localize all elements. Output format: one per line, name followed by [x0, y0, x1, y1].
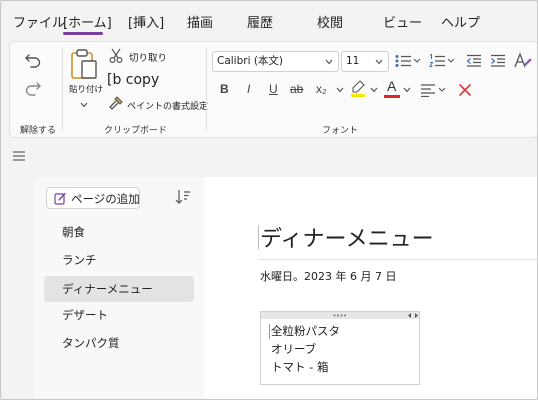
paste-label[interactable]: 貼り付け	[69, 83, 103, 95]
note-container-handle[interactable]	[261, 312, 419, 319]
sort-icon[interactable]	[175, 189, 191, 205]
scissors-icon[interactable]	[109, 48, 123, 64]
menu-draw[interactable]: 描画	[187, 12, 213, 31]
menu-insert[interactable]: [挿入]	[128, 12, 164, 31]
title-divider	[260, 259, 537, 260]
note-container[interactable]: 全粒粉パスタ オリーブ トマト - 箱	[260, 311, 420, 385]
group-separator	[206, 48, 207, 132]
increase-indent-icon[interactable]	[490, 54, 506, 68]
page-item-protein[interactable]: タンパク質	[44, 330, 194, 356]
font-size-dropdown[interactable]: 11	[341, 51, 389, 72]
align-left-icon[interactable]	[420, 83, 446, 97]
chevron-down-icon[interactable]	[370, 87, 378, 93]
menu-view[interactable]: ビュー	[383, 12, 422, 31]
format-painter-icon[interactable]	[108, 96, 124, 110]
note-line[interactable]: 全粒粉パスタ	[271, 323, 340, 339]
decrease-indent-icon[interactable]	[466, 54, 482, 68]
copy-label[interactable]: [b copy	[107, 72, 159, 88]
menu-review[interactable]: 校閲	[317, 12, 343, 31]
page-list-pane: ページの追加 朝食 ランチ ディナーメニュー デザート タンパク質	[34, 177, 204, 399]
styles-icon[interactable]	[514, 52, 532, 69]
chevron-down-icon[interactable]	[336, 87, 344, 93]
chevron-down-icon[interactable]	[80, 102, 88, 108]
chevron-down-icon	[375, 59, 383, 65]
format-painter-label[interactable]: ペイントの書式設定	[127, 99, 208, 112]
font-color-button[interactable]: A	[387, 79, 396, 93]
undo-icon[interactable]	[24, 52, 42, 68]
add-page-label: ページの追加	[71, 192, 140, 206]
text-cursor	[269, 324, 270, 339]
page-title[interactable]: ディナーメニュー	[260, 221, 434, 253]
page-item-label: タンパク質	[62, 336, 120, 350]
hamburger-menu-icon[interactable]	[13, 151, 25, 161]
page-item-lunch[interactable]: ランチ	[44, 247, 194, 273]
page-item-label: ランチ	[62, 253, 97, 267]
menu-home[interactable]: [ホーム]	[63, 12, 112, 31]
page-item-label: ディナーメニュー	[62, 282, 153, 296]
font-color-swatch	[384, 95, 400, 98]
note-canvas[interactable]: ディナーメニュー 水曜日。2023 年 6 月 7 日 全粒粉パスタ オリーブ …	[204, 177, 537, 399]
page-date: 水曜日。2023 年 6 月 7 日	[260, 270, 397, 283]
note-line[interactable]: オリーブ	[271, 341, 316, 357]
ribbon: 解除する 貼り付け 切り取り [b copy ペイントの書式設定 クリップボード	[9, 41, 537, 138]
font-group-label: フォント	[322, 126, 359, 136]
page-item-label: デザート	[62, 308, 108, 322]
note-line[interactable]: トマト - 箱	[271, 359, 328, 375]
menu-history[interactable]: 履歴	[247, 12, 273, 31]
onenote-window: ファイル [ホーム] [挿入] 描画 履歴 校閲 ビュー ヘルプ 解除する 貼り…	[0, 0, 538, 400]
title-cursor	[258, 225, 259, 249]
font-name-value: Calibri (本文)	[217, 55, 284, 67]
redo-icon[interactable]	[24, 80, 42, 96]
page-item-label: 朝食	[62, 225, 85, 239]
undo-group-label: 解除する	[20, 126, 57, 136]
resize-arrows-icon[interactable]	[407, 312, 419, 319]
font-name-dropdown[interactable]: Calibri (本文)	[212, 51, 339, 72]
menu-help[interactable]: ヘルプ	[441, 12, 480, 31]
strikethrough-button[interactable]: ab	[290, 82, 303, 96]
bullet-list-icon[interactable]	[395, 54, 421, 68]
font-size-value: 11	[346, 55, 360, 67]
page-item-breakfast[interactable]: 朝食	[44, 219, 194, 245]
underline-button[interactable]: U	[269, 82, 278, 96]
chevron-down-icon[interactable]	[403, 87, 411, 93]
page-item-dinner-menu[interactable]: ディナーメニュー	[44, 276, 194, 302]
active-tab-indicator	[63, 32, 103, 35]
group-separator	[62, 48, 63, 132]
paste-icon[interactable]	[70, 48, 98, 80]
italic-button[interactable]: I	[247, 82, 250, 96]
subscript-button[interactable]: x₂	[316, 82, 327, 96]
chevron-down-icon	[325, 59, 333, 65]
bold-button[interactable]: B	[220, 82, 229, 96]
clear-formatting-icon[interactable]	[458, 83, 472, 97]
add-page-button[interactable]: ページの追加	[46, 187, 140, 209]
menu-bar: ファイル [ホーム] [挿入] 描画 履歴 校閲 ビュー ヘルプ	[1, 1, 537, 39]
page-item-dessert[interactable]: デザート	[44, 302, 194, 328]
numbered-list-icon[interactable]	[429, 54, 455, 68]
add-page-icon	[54, 192, 66, 205]
menu-file[interactable]: ファイル	[13, 12, 65, 31]
clipboard-group-label: クリップボード	[104, 126, 168, 136]
cut-label[interactable]: 切り取り	[129, 50, 167, 64]
highlighter-icon[interactable]	[350, 80, 366, 98]
drag-handle-icon	[333, 314, 346, 317]
